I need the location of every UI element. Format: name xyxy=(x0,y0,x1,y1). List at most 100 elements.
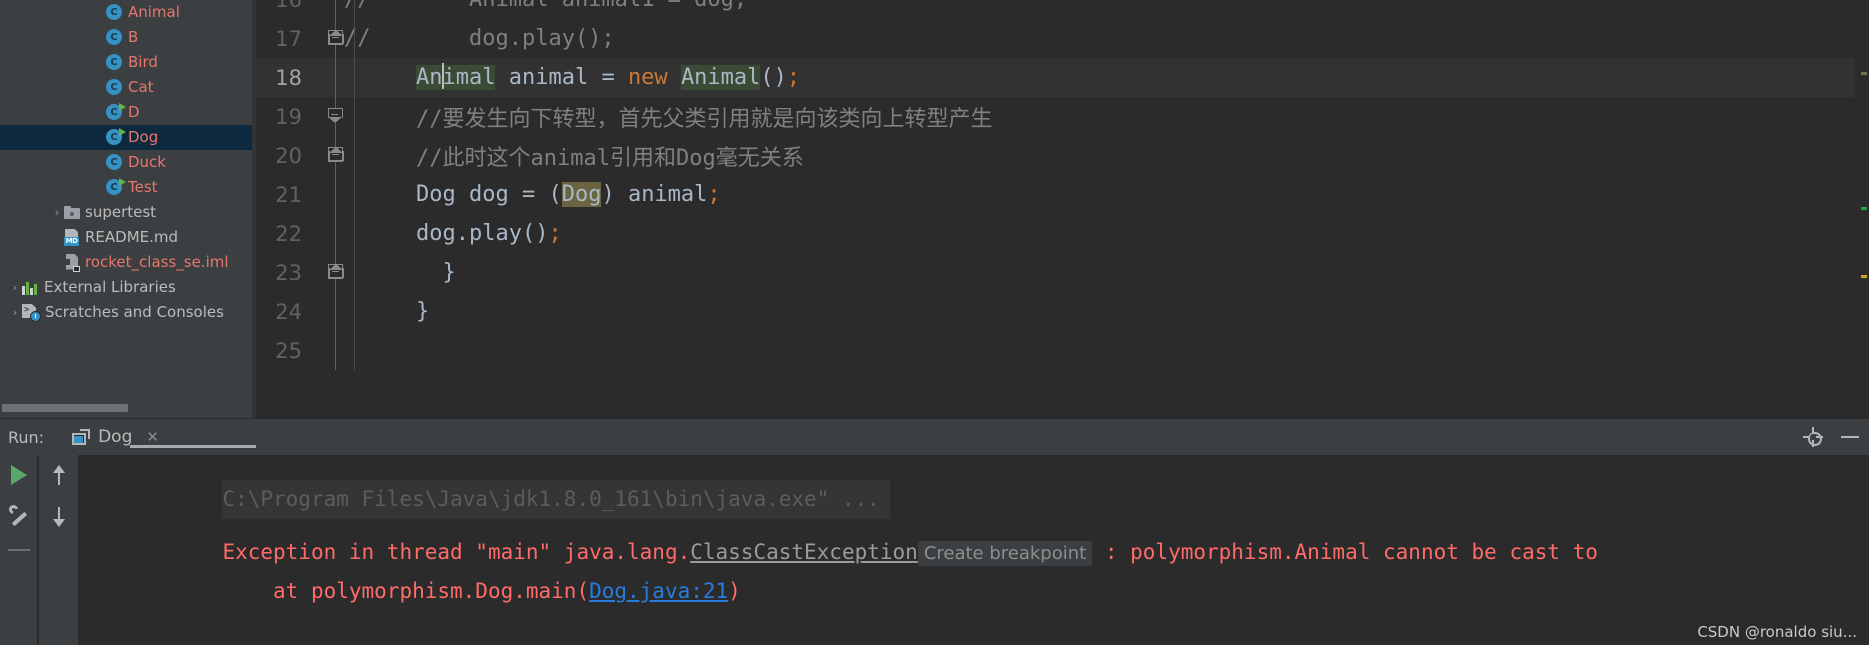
run-tab-dog[interactable]: Dog ✕ xyxy=(72,427,257,448)
code-text: dog.play(); xyxy=(416,26,615,51)
chevron-right-icon[interactable]: › xyxy=(50,200,64,225)
tree-row-label: D xyxy=(128,103,140,121)
close-icon[interactable]: ✕ xyxy=(146,428,159,446)
fold-marker-icon xyxy=(328,108,343,123)
tree-spacer: › xyxy=(92,100,106,125)
tree-row-label: README.md xyxy=(85,228,179,246)
tree-row-supertest[interactable]: › supertest xyxy=(0,200,252,225)
tree-spacer: › xyxy=(92,75,106,100)
editor-marker-track[interactable] xyxy=(1855,0,1869,418)
code-line-23[interactable]: 23 } xyxy=(256,253,1855,292)
editor-gutter[interactable] xyxy=(318,136,354,175)
tree-row-bird[interactable]: ›C Bird xyxy=(0,50,252,75)
sidebar-horizontal-scrollbar[interactable] xyxy=(2,404,128,412)
code-line-19[interactable]: 19 //要发生向下转型，首先父类引用就是向该类向上转型产生 xyxy=(256,97,1855,136)
editor-annotation-column xyxy=(354,58,416,97)
exception-class-link[interactable]: ClassCastException xyxy=(690,540,918,564)
editor-gutter[interactable] xyxy=(318,331,354,370)
console-output[interactable]: C:\Program Files\Java\jdk1.8.0_161\bin\j… xyxy=(80,455,1869,645)
tree-row-readme-md[interactable]: ›MD README.md xyxy=(0,225,252,250)
java-class-icon: C xyxy=(106,54,123,71)
editor-annotation-column xyxy=(354,0,416,19)
stacktrace-file-link[interactable]: Dog.java:21 xyxy=(589,579,728,603)
tree-row-duck[interactable]: ›C Duck xyxy=(0,150,252,175)
gear-icon[interactable] xyxy=(1803,427,1823,447)
rerun-button[interactable] xyxy=(0,455,38,495)
edit-configuration-button[interactable] xyxy=(0,495,38,535)
tree-row-external-libraries[interactable]: › External Libraries xyxy=(0,275,252,300)
exception-message: : polymorphism.Animal cannot be cast to xyxy=(1092,540,1598,564)
code-line-22[interactable]: 22 dog.play(); xyxy=(256,214,1855,253)
run-tool-header: Run: Dog ✕ xyxy=(0,419,1869,455)
run-tab-underline xyxy=(130,445,257,448)
editor-gutter[interactable]: // xyxy=(318,19,371,58)
code-line-24[interactable]: 24} xyxy=(256,292,1855,331)
project-tree-panel[interactable]: ›CAnimal›CB›CBird›CCat›CD›CDog›CDuck›CTe… xyxy=(0,0,252,418)
tree-row-label: External Libraries xyxy=(44,278,176,296)
code-line-25[interactable]: 25 xyxy=(256,331,1855,370)
editor-annotation-column xyxy=(354,253,416,292)
editor-gutter[interactable] xyxy=(318,292,354,331)
editor-gutter[interactable] xyxy=(318,58,354,97)
run-tool-window: Run: Dog ✕ C:\Program Files\Java\jdk1.8.… xyxy=(0,418,1869,645)
editor-marker[interactable] xyxy=(1861,207,1867,210)
toolbar-divider xyxy=(7,549,30,551)
editor-gutter[interactable] xyxy=(318,253,354,292)
watermark: CSDN @ronaldo siu... xyxy=(1697,623,1857,641)
code-text: Animal animal = new Animal(); xyxy=(416,62,801,90)
editor-gutter[interactable] xyxy=(318,214,354,253)
tree-row-test[interactable]: ›CTest xyxy=(0,175,252,200)
tree-row-label: Bird xyxy=(128,53,158,71)
editor-annotation-column xyxy=(354,19,416,58)
code-editor[interactable]: 16// Animal animal1 = dog; 17 // dog.play(… xyxy=(252,0,1869,418)
line-number: 17 xyxy=(275,26,302,51)
chevron-right-icon[interactable]: › xyxy=(8,300,22,325)
arrow-down-icon xyxy=(49,503,69,527)
editor-gutter[interactable] xyxy=(318,175,354,214)
tree-row-d[interactable]: ›CD xyxy=(0,100,252,125)
run-label: Run: xyxy=(8,427,45,447)
code-line-20[interactable]: 20 //此时这个animal引用和Dog毫无关系 xyxy=(256,136,1855,175)
chevron-right-icon[interactable]: › xyxy=(8,275,22,300)
run-header-actions xyxy=(1803,419,1859,455)
tree-row-scratches-and-consoles[interactable]: › > Scratches and Consoles xyxy=(0,300,252,325)
exception-prefix: Exception in thread "main" java.lang. xyxy=(222,540,691,564)
minimize-icon[interactable] xyxy=(1841,436,1859,438)
create-breakpoint-hint[interactable]: Create breakpoint xyxy=(917,541,1093,566)
tree-row-label: rocket_class_se.iml xyxy=(85,253,229,271)
tree-row-animal[interactable]: ›C Animal xyxy=(0,0,252,25)
tree-row-cat[interactable]: ›C Cat xyxy=(0,75,252,100)
next-occurrence-button[interactable] xyxy=(39,495,79,535)
tree-row-dog[interactable]: ›CDog xyxy=(0,125,252,150)
text-caret xyxy=(441,62,444,89)
editor-annotation-column xyxy=(354,97,416,136)
editor-gutter[interactable] xyxy=(318,97,354,136)
tree-row-b[interactable]: ›CB xyxy=(0,25,252,50)
editor-marker[interactable] xyxy=(1861,72,1867,75)
tree-row-rocket-class-se-iml[interactable]: › rocket_class_se.iml xyxy=(0,250,252,275)
tree-row-label: Animal xyxy=(128,3,180,21)
tree-spacer: › xyxy=(92,50,106,75)
line-number: 20 xyxy=(275,143,302,168)
run-tab-label: Dog xyxy=(98,427,133,447)
tree-spacer: › xyxy=(92,125,106,150)
code-line-21[interactable]: 21 Dog dog = (Dog) animal; xyxy=(256,175,1855,214)
previous-occurrence-button[interactable] xyxy=(39,455,79,495)
code-line-18[interactable]: 18 Animal animal = new Animal(); xyxy=(256,58,1855,97)
console-command-text: C:\Program Files\Java\jdk1.8.0_161\bin\j… xyxy=(222,480,890,519)
idea-window: ›CAnimal›CB›CBird›CCat›CD›CDog›CDuck›CTe… xyxy=(0,0,1869,645)
tree-spacer: › xyxy=(92,150,106,175)
java-class-runnable-icon: C xyxy=(106,128,126,146)
code-text: //此时这个animal引用和Dog毫无关系 xyxy=(416,145,804,171)
code-line-17[interactable]: 17 // dog.play(); xyxy=(256,19,1855,58)
line-number: 23 xyxy=(275,260,302,285)
code-text: Dog dog = (Dog) animal; xyxy=(416,182,721,207)
editor-marker[interactable] xyxy=(1861,275,1867,278)
tree-spacer: › xyxy=(92,175,106,200)
editor-gutter[interactable]: // xyxy=(318,0,371,19)
markdown-file-icon: MD xyxy=(64,228,80,247)
code-text: //要发生向下转型，首先父类引用就是向该类向上转型产生 xyxy=(416,106,993,132)
code-line-16[interactable]: 16// Animal animal1 = dog; xyxy=(256,0,1855,19)
tree-row-label: Dog xyxy=(128,128,159,146)
line-number: 25 xyxy=(275,338,302,363)
